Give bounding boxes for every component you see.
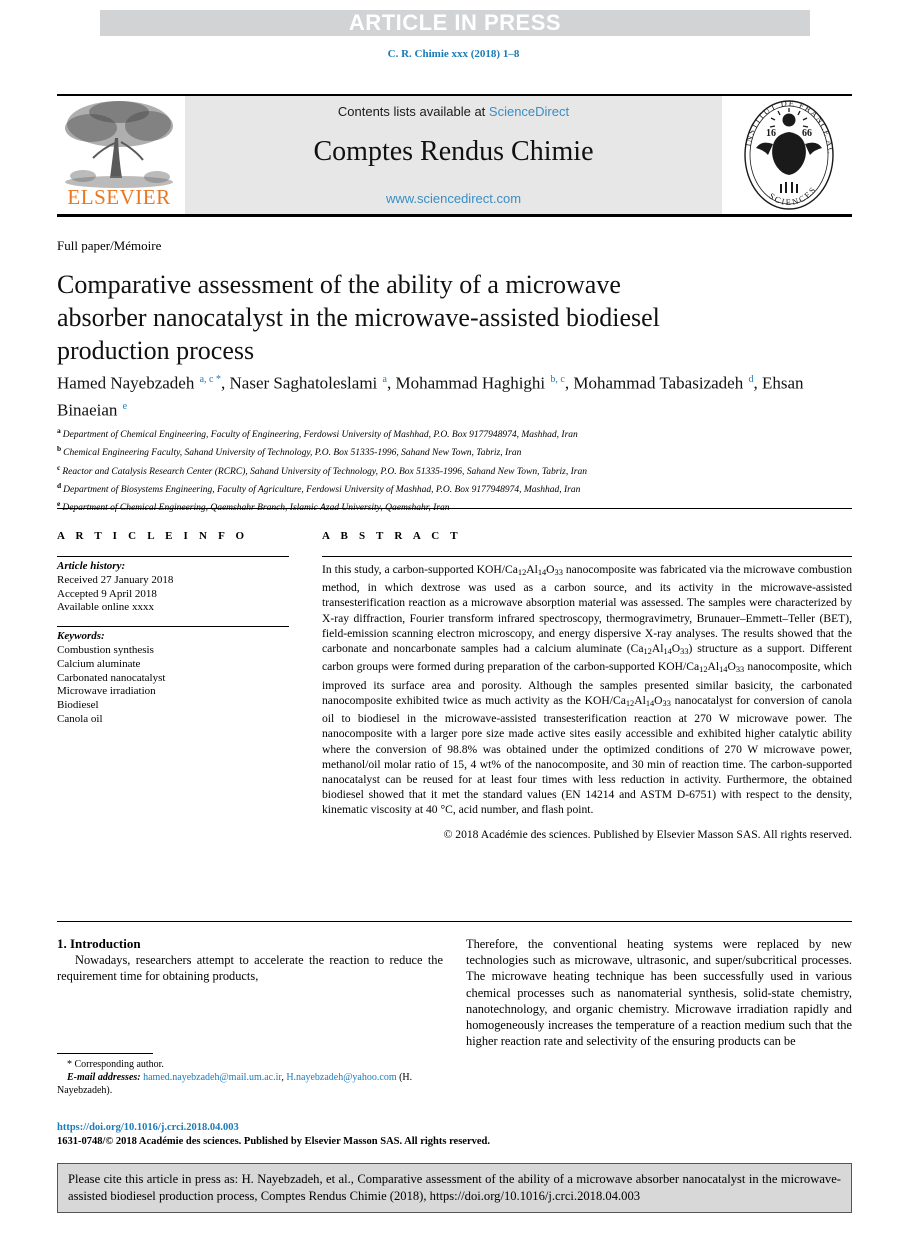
footnote-rule (57, 1053, 153, 1054)
body-top-rule (57, 921, 852, 922)
abstract-rule (322, 556, 852, 557)
affiliation-text: Reactor and Catalysis Research Center (R… (62, 466, 587, 477)
affiliation-text: Department of Biosystems Engineering, Fa… (63, 485, 581, 496)
keyword-item: Canola oil (57, 712, 103, 725)
body-column-right: Therefore, the conventional heating syst… (466, 936, 852, 1049)
contents-lists-line: Contents lists available at ScienceDirec… (185, 104, 722, 119)
affiliation-text: Department of Chemical Engineering, Facu… (62, 430, 578, 441)
abstract-heading: A B S T R A C T (322, 530, 462, 542)
keywords-block: Keywords: Combustion synthesis Calcium al… (57, 626, 289, 727)
svg-text:66: 66 (802, 128, 812, 139)
email-addresses-label: E-mail addresses: (67, 1072, 141, 1084)
intro-paragraph-right: Therefore, the conventional heating syst… (466, 937, 852, 1049)
doi-link[interactable]: https://doi.org/10.1016/j.crci.2018.04.0… (57, 1122, 239, 1133)
article-type-label: Full paper/Mémoire (57, 238, 162, 253)
corresponding-author-marker: * (67, 1059, 72, 1070)
affiliation-item: c Reactor and Catalysis Research Center (… (57, 461, 847, 479)
author-separator: , (753, 373, 762, 393)
keyword-item: Calcium aluminate (57, 657, 141, 670)
keyword-item: Carbonated nanocatalyst (57, 671, 166, 684)
author-name: Hamed Nayebzadeh (57, 373, 199, 393)
keywords-rule (57, 626, 289, 628)
article-info-heading: A R T I C L E I N F O (57, 530, 249, 542)
keyword-item: Combustion synthesis (57, 643, 154, 656)
journal-masthead: ELSEVIER Contents lists available at Sci… (57, 90, 852, 217)
affiliation-text: Chemical Engineering Faculty, Sahand Uni… (63, 448, 522, 459)
keyword-item: Microwave irradiation (57, 685, 156, 698)
info-top-rule (57, 508, 852, 509)
citation-notice-box: Please cite this article in press as: H.… (57, 1163, 852, 1213)
sciencedirect-url[interactable]: www.sciencedirect.com (185, 191, 722, 206)
keyword-item: Biodiesel (57, 699, 99, 712)
author-name: Naser Saghatoleslami (229, 373, 382, 393)
abstract-copyright: © 2018 Académie des sciences. Published … (443, 827, 852, 841)
elsevier-logo[interactable]: ELSEVIER (57, 98, 181, 212)
affiliation-list: a Department of Chemical Engineering, Fac… (57, 424, 847, 516)
history-rule (57, 556, 289, 557)
article-in-press-banner: ARTICLE IN PRESS (100, 10, 810, 36)
issn-copyright-line: 1631-0748/© 2018 Académie des sciences. … (57, 1136, 490, 1147)
author-affiliation-marks: b, c (550, 374, 565, 385)
author-name: Mohammad Tabasizadeh (573, 373, 748, 393)
academie-des-sciences-seal-icon: 16 66 INSTITUT DE FRANCE ACADEMIE DES (722, 90, 852, 212)
article-info-column: Article history: Received 27 January 201… (57, 556, 289, 727)
affiliation-item: e Department of Chemical Engineering, Qae… (57, 497, 847, 515)
page-title: Comparative assessment of the ability of… (57, 270, 660, 365)
keywords-list: Combustion synthesis Calcium aluminate Car… (57, 644, 289, 727)
author-list: Hamed Nayebzadeh a, c *, Naser Saghatole… (57, 368, 847, 421)
article-history-item: Received 27 January 2018 (57, 573, 174, 586)
masthead-center-panel: Contents lists available at ScienceDirec… (185, 96, 722, 214)
elsevier-wordmark: ELSEVIER (67, 185, 171, 209)
intro-paragraph-left: Nowadays, researchers attempt to acceler… (57, 953, 443, 984)
journal-title: Comptes Rendus Chimie (313, 136, 594, 167)
author-affiliation-marks: e (122, 400, 128, 412)
elsevier-tree-icon (65, 101, 173, 188)
affiliation-item: b Chemical Engineering Faculty, Sahand Un… (57, 442, 847, 460)
article-first-page: ARTICLE IN PRESS C. R. Chimie xxx (2018)… (0, 0, 907, 1238)
corresponding-author-footnote: * Corresponding author. E-mail addresses… (57, 1053, 443, 1098)
corresponding-author-line: * Corresponding author. (57, 1058, 443, 1071)
author-affiliation-marks: a, c * (199, 374, 221, 385)
affiliation-item: d Department of Biosystems Engineering, F… (57, 479, 847, 497)
abstract-column: In this study, a carbon-supported KOH/Ca… (322, 556, 852, 842)
email-link-secondary[interactable]: H.nayebzadeh@yahoo.com (286, 1072, 396, 1083)
article-history-item: Accepted 9 April 2018 (57, 587, 157, 600)
body-column-left: 1. Introduction Nowadays, researchers at… (57, 936, 443, 985)
sciencedirect-link[interactable]: ScienceDirect (489, 104, 569, 119)
contents-lists-prefix: Contents lists available at (337, 104, 489, 119)
keywords-label: Keywords: (57, 630, 105, 643)
article-history-item: Available online xxxx (57, 601, 154, 614)
journal-reference-line: C. R. Chimie xxx (2018) 1–8 (387, 48, 520, 60)
article-history-label: Article history: (57, 560, 126, 572)
svg-text:16: 16 (766, 128, 776, 139)
author-separator: , (221, 373, 230, 393)
academie-seal-svg: 16 66 INSTITUT DE FRANCE ACADEMIE DES (722, 90, 835, 210)
corresponding-author-text: Corresponding author. (74, 1059, 164, 1070)
affiliation-item: a Department of Chemical Engineering, Fac… (57, 424, 847, 442)
section-heading-introduction: 1. Introduction (57, 936, 141, 951)
article-history-list: Received 27 January 2018 Accepted 9 April… (57, 574, 289, 615)
abstract-text: In this study, a carbon-supported KOH/Ca… (322, 563, 852, 817)
author-name: Mohammad Haghighi (395, 373, 550, 393)
email-line: E-mail addresses: hamed.nayebzadeh@mail.… (57, 1071, 443, 1097)
email-link-primary[interactable]: hamed.nayebzadeh@mail.um.ac.ir (143, 1072, 281, 1083)
